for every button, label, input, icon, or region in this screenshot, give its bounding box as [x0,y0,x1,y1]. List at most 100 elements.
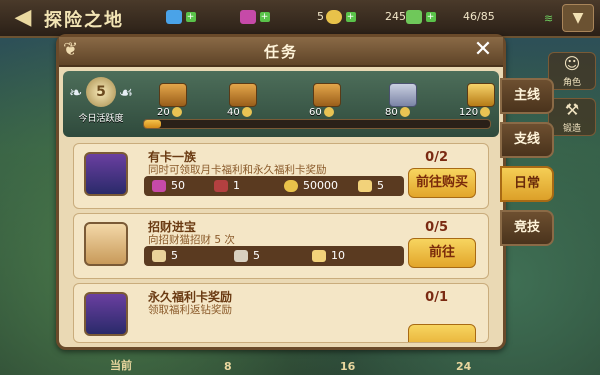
coin-icon [399,107,410,117]
gem-pink-icon [152,180,166,192]
reward-item: 10 [312,249,345,262]
dropdown-menu-button[interactable]: ▼ [562,4,594,32]
character-icon: ☺ [563,54,581,73]
lucky-cat-icon [84,222,128,266]
heart-icon [240,10,256,24]
top-bar: ◀ 探险之地 + 0 + 5 + 24575 + 46/85 ≋ ▼ [0,0,600,38]
stamina-count: 46/85 [463,10,495,23]
winged-coin-icon [358,180,372,192]
task-description: 同时可领取月卡福利和永久福利卡奖励 [148,164,327,176]
reward-value: 5 [377,179,384,192]
reward-value: 50 [171,179,185,192]
coin-icon [171,107,182,117]
go-buy-button[interactable] [408,324,476,342]
daily-activity-panel: ❧ ☙ 5 今日活跃度 20 40 60 80 120 [63,71,499,137]
chest-icon[interactable] [389,83,417,107]
task-progress: 0/2 [425,150,448,165]
wifi-icon: ≋ [544,12,554,25]
task-item: 招财进宝 向招财猫招财 5 次 5 5 10 0/5 前往 [73,213,489,279]
chest-points: 60 [309,107,334,118]
chest-points: 20 [157,107,182,118]
reward-value: 10 [331,249,345,262]
chest-icon[interactable] [467,83,495,107]
reward-value: 1 [233,179,240,192]
reward-value: 5 [171,249,178,262]
treasure-chest-icon [84,152,128,196]
gold-coin-icon [284,180,298,192]
chest-icon[interactable] [159,83,187,107]
chest-points-value: 20 [157,107,170,118]
map-title: 探险之地 [44,10,124,31]
chest-icon[interactable] [229,83,257,107]
go-buy-button[interactable]: 前往购买 [408,168,476,198]
tab-arena[interactable]: 竞技 [500,210,554,246]
task-description: 向招财猫招财 5 次 [148,234,235,246]
gold-coin-icon [326,10,342,24]
add-heart-button[interactable]: + [259,12,270,22]
reward-value: 50000 [303,179,338,192]
activity-value: 5 [86,77,116,107]
close-icon[interactable]: ✕ [469,37,497,63]
go-button[interactable]: 前往 [408,238,476,268]
heart-count: 5 [317,10,324,23]
role-icon-button[interactable]: ☺ 角色 [548,52,596,90]
chest-points: 80 [385,107,410,118]
heart-resource: + 5 [240,10,324,26]
gem-icon [166,10,182,24]
right-wing-icon: ☙ [118,83,133,102]
reward-item: 50 [152,179,185,192]
reward-item: 50000 [284,179,338,192]
task-dialog: ❦ 任务 ✕ ❧ ☙ 5 今日活跃度 20 40 60 80 120 有卡一族 … [56,34,506,350]
coin-icon [241,107,252,117]
reward-value: 5 [253,249,260,262]
chest-points: 40 [227,107,252,118]
coin-icon [323,107,334,117]
bottom-stage-8: 8 [224,360,232,373]
left-wing-icon: ❧ [69,83,83,102]
stamina-icon [406,10,422,24]
scroll-icon [152,250,166,262]
reward-item: 5 [358,179,384,192]
treasure-chest-icon [84,292,128,336]
task-progress: 0/5 [425,220,448,235]
silver-ingot-icon [234,250,248,262]
reward-item: 5 [234,249,260,262]
activity-progress-fill [144,120,162,128]
chest-points-value: 40 [227,107,240,118]
activity-progress-track [143,119,491,129]
forge-icon-button[interactable]: ⚒ 锻造 [548,98,596,136]
bottom-stage-24: 24 [456,360,472,373]
anvil-icon: ⚒ [564,100,580,119]
bottom-stage-current: 当前 [110,359,132,372]
role-label: 角色 [562,78,581,88]
tab-main[interactable]: 主线 [500,78,554,114]
reward-item: 5 [152,249,178,262]
forge-label: 锻造 [562,124,581,134]
activity-badge: ❧ ☙ 5 今日活跃度 [69,77,133,133]
task-item: 永久福利卡奖励 领取福利返钻奖励 0/1 [73,283,489,343]
task-item: 有卡一族 同时可领取月卡福利和永久福利卡奖励 50 1 50000 5 0/2 … [73,143,489,209]
coin-icon [480,107,491,117]
tab-branch[interactable]: 支线 [500,122,554,158]
chest-points: 120 [459,107,491,118]
task-progress: 0/1 [425,290,448,305]
reward-item: 1 [214,179,240,192]
bottom-stage-16: 16 [340,360,356,373]
tab-daily[interactable]: 日常 [500,166,554,202]
dialog-header: ❦ 任务 ✕ [59,37,503,67]
stamina-resource: + 46/85 [406,10,495,26]
chest-points-value: 120 [459,107,479,118]
chest-icon[interactable] [313,83,341,107]
chest-points-value: 60 [309,107,322,118]
task-description: 领取福利返钻奖励 [148,304,232,316]
back-arrow-icon[interactable]: ◀ [6,6,40,30]
add-gold-button[interactable]: + [345,12,356,22]
chest-points-value: 80 [385,107,398,118]
dialog-title: 任务 [263,43,298,61]
add-gem-button[interactable]: + [185,12,196,22]
add-stamina-button[interactable]: + [425,12,436,22]
reward-bar: 50 1 50000 5 [144,176,404,196]
activity-label: 今日活跃度 [78,114,124,124]
reward-bar: 5 5 10 [144,246,404,266]
meat-icon [214,180,228,192]
